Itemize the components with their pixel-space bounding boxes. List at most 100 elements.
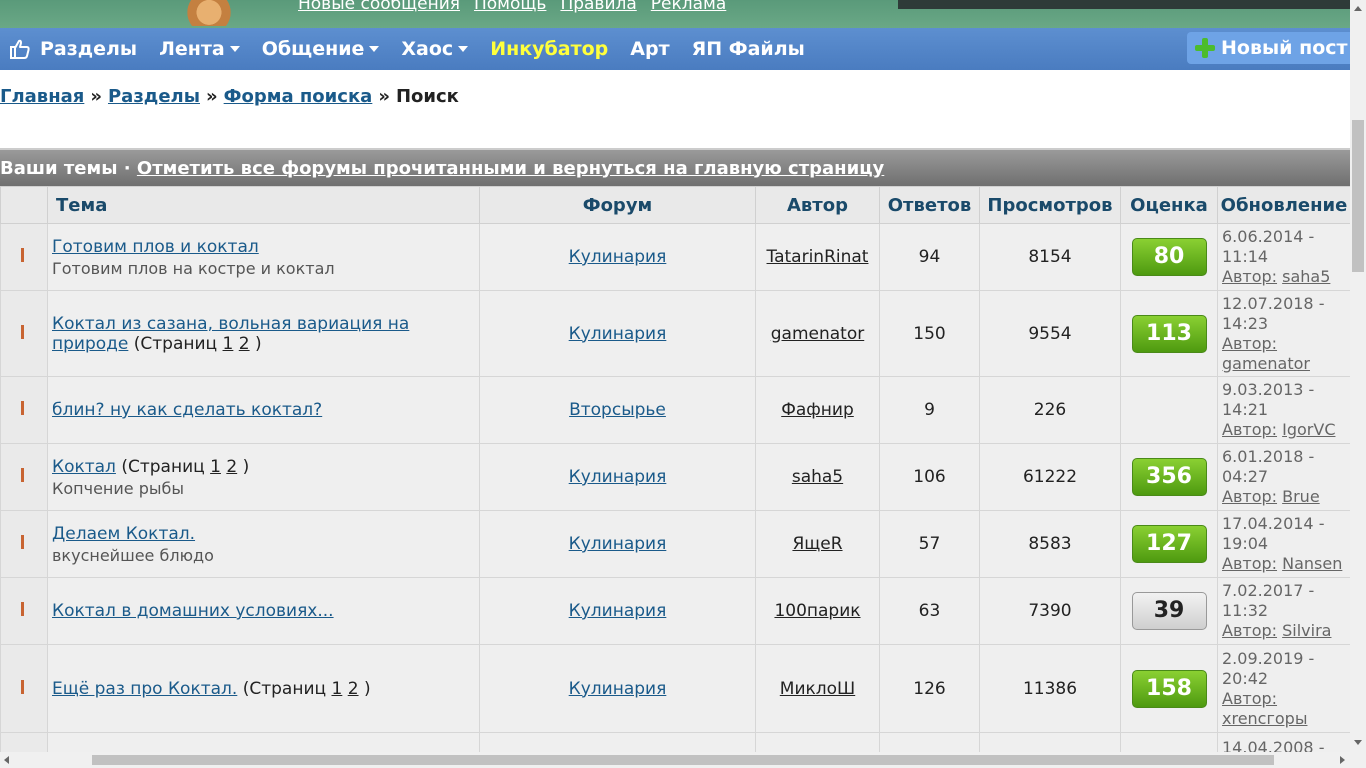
nav-item[interactable]: ЯП Файлы xyxy=(692,38,805,60)
author-link[interactable]: МиклоШ xyxy=(780,679,855,699)
table-row[interactable]: Ещё раз про Коктал. (Страниц 1 2 ) Кулина… xyxy=(0,644,1351,733)
topic-link[interactable]: Ещё раз про Коктал. xyxy=(52,679,237,699)
col-forum-header[interactable]: Форум xyxy=(479,186,756,224)
updated-cell: 6.01.2018 -04:27 Автор: Brue xyxy=(1217,443,1351,511)
last-author-link[interactable]: Silvira xyxy=(1282,621,1331,640)
page-link[interactable]: 1 xyxy=(331,679,342,699)
scroll-up-arrow-icon[interactable] xyxy=(1354,6,1362,11)
col-author-header[interactable]: Автор xyxy=(755,186,880,224)
last-author-label[interactable]: Автор: xyxy=(1222,334,1277,353)
rating-badge[interactable]: 80 xyxy=(1131,238,1207,276)
table-row[interactable]: блин? ну как сделать коктал? Вторсырье Фаф… xyxy=(0,376,1351,444)
horizontal-scroll-thumb[interactable] xyxy=(92,755,1274,765)
forum-link[interactable]: Кулинария xyxy=(569,679,667,699)
last-author-link[interactable]: хrencгоры xyxy=(1222,709,1307,728)
author-link[interactable]: Фафнир xyxy=(781,400,854,420)
last-author-line: Автор: gamenator xyxy=(1222,334,1350,374)
rating-badge[interactable]: 113 xyxy=(1131,314,1207,353)
last-author-link[interactable]: Nansen xyxy=(1282,554,1342,573)
updated-date: 6.06.2014 - xyxy=(1222,227,1315,246)
forum-cell: Кулинария xyxy=(479,644,756,733)
topic-link[interactable]: Готовим плов и коктал xyxy=(52,237,259,257)
author-link[interactable]: TatarinRinat xyxy=(767,247,869,267)
last-author-link[interactable]: gamenator xyxy=(1222,354,1310,373)
page-link[interactable]: 2 xyxy=(226,457,237,477)
page-link[interactable]: 1 xyxy=(223,334,234,354)
topic-title-line: Готовим плов и коктал xyxy=(52,237,479,257)
forum-link[interactable]: Кулинария xyxy=(569,247,667,267)
like-icon[interactable] xyxy=(0,28,40,70)
rating-badge[interactable]: 158 xyxy=(1131,669,1207,708)
page-link[interactable]: 2 xyxy=(348,679,359,699)
col-updated-header[interactable]: Обновление xyxy=(1217,186,1351,224)
topic-link[interactable]: Коктал xyxy=(52,457,116,477)
nav-item[interactable]: Общение xyxy=(262,38,380,60)
updated-cell: 17.04.2014 -19:04 Автор: Nansen xyxy=(1217,510,1351,578)
topic-link[interactable]: Коктал в домашних условиях... xyxy=(52,601,334,621)
author-link[interactable]: gamenator xyxy=(771,324,864,344)
breadcrumb-sections[interactable]: Разделы xyxy=(108,86,200,107)
nav-item[interactable]: Арт xyxy=(630,38,669,60)
updated-time: 19:04 xyxy=(1222,534,1269,553)
forum-link[interactable]: Вторсырье xyxy=(569,400,666,420)
last-author-label[interactable]: Автор: xyxy=(1222,621,1277,640)
last-author-link[interactable]: IgorVC xyxy=(1282,420,1335,439)
topic-link[interactable]: Делаем Коктал. xyxy=(52,524,195,544)
table-row[interactable]: Коктал из сазана, вольная вариация на пр… xyxy=(0,290,1351,377)
last-author-label[interactable]: Автор: xyxy=(1222,420,1277,439)
col-replies-header[interactable]: Ответов xyxy=(879,186,980,224)
forum-link[interactable]: Кулинария xyxy=(569,601,667,621)
rating-badge[interactable]: 127 xyxy=(1131,525,1207,563)
updated-date: 12.07.2018 - xyxy=(1222,293,1325,313)
author-link[interactable]: saha5 xyxy=(792,467,843,487)
scroll-right-arrow-icon[interactable] xyxy=(1340,756,1345,764)
updated-date: 7.02.2017 - xyxy=(1222,581,1315,600)
breadcrumb-search-form[interactable]: Форма поиска xyxy=(224,86,373,107)
table-row[interactable]: Коктал (Страниц 1 2 ) Копчение рыбы Кулина… xyxy=(0,443,1351,511)
rating-badge[interactable]: 39 xyxy=(1131,592,1207,630)
forum-cell: Кулинария xyxy=(479,577,756,645)
nav-item-label: Общение xyxy=(261,38,365,60)
horizontal-scrollbar[interactable] xyxy=(0,752,1366,768)
scroll-left-arrow-icon[interactable] xyxy=(4,756,9,764)
table-row[interactable]: Делаем Коктал. вкуснейшее блюдо Кулинария Я… xyxy=(0,510,1351,578)
forum-link[interactable]: Кулинария xyxy=(569,534,667,554)
author-link[interactable]: ЯщеR xyxy=(792,534,842,554)
vertical-scrollbar[interactable] xyxy=(1350,0,1366,752)
forum-link[interactable]: Кулинария xyxy=(569,467,667,487)
last-author-label[interactable]: Автор: xyxy=(1222,267,1277,286)
top-link[interactable]: Новые сообщения xyxy=(298,0,460,14)
nav-item[interactable]: Хаос xyxy=(401,38,469,60)
last-author-label[interactable]: Автор: xyxy=(1222,487,1277,506)
author-link[interactable]: 100парик xyxy=(774,601,860,621)
mark-all-read-link[interactable]: Отметить все форумы прочитанными и верну… xyxy=(137,158,884,179)
mascot-logo[interactable] xyxy=(186,0,232,26)
col-topic-header[interactable]: Тема xyxy=(47,186,480,224)
page-link[interactable]: 2 xyxy=(239,334,250,354)
rating-badge[interactable]: 356 xyxy=(1131,458,1207,496)
new-post-button[interactable]: Новый пост xyxy=(1187,32,1366,64)
col-views-header[interactable]: Просмотров xyxy=(979,186,1121,224)
vertical-scroll-thumb[interactable] xyxy=(1352,120,1364,272)
top-link[interactable]: Реклама xyxy=(651,0,727,14)
table-row[interactable]: Готовим плов и коктал Готовим плов на кос… xyxy=(0,223,1351,291)
last-author-label[interactable]: Автор: xyxy=(1222,554,1277,573)
nav-item[interactable]: Инкубатор xyxy=(490,38,608,60)
nav-item[interactable]: Лента xyxy=(159,38,240,60)
page-link[interactable]: 1 xyxy=(210,457,221,477)
updated-cell: 7.02.2017 -11:32 Автор: Silvira xyxy=(1217,577,1351,645)
topic-link[interactable]: блин? ну как сделать коктал? xyxy=(52,400,322,420)
breadcrumb-home[interactable]: Главная xyxy=(0,86,84,107)
forum-link[interactable]: Кулинария xyxy=(569,324,667,344)
top-link[interactable]: Помощь xyxy=(474,0,546,14)
breadcrumb-separator: » xyxy=(206,86,218,107)
last-author-link[interactable]: Brue xyxy=(1282,487,1320,506)
last-author-label[interactable]: Автор: xyxy=(1222,689,1277,708)
table-row[interactable]: Коктал в домашних условиях... Кулинария 10… xyxy=(0,577,1351,645)
scroll-down-arrow-icon[interactable] xyxy=(1354,740,1362,745)
author-cell: saha5 xyxy=(755,443,880,511)
nav-item[interactable]: Разделы xyxy=(40,38,137,60)
col-rating-header[interactable]: Оценка xyxy=(1120,186,1218,224)
last-author-link[interactable]: saha5 xyxy=(1282,267,1330,286)
top-link[interactable]: Правила xyxy=(560,0,636,14)
